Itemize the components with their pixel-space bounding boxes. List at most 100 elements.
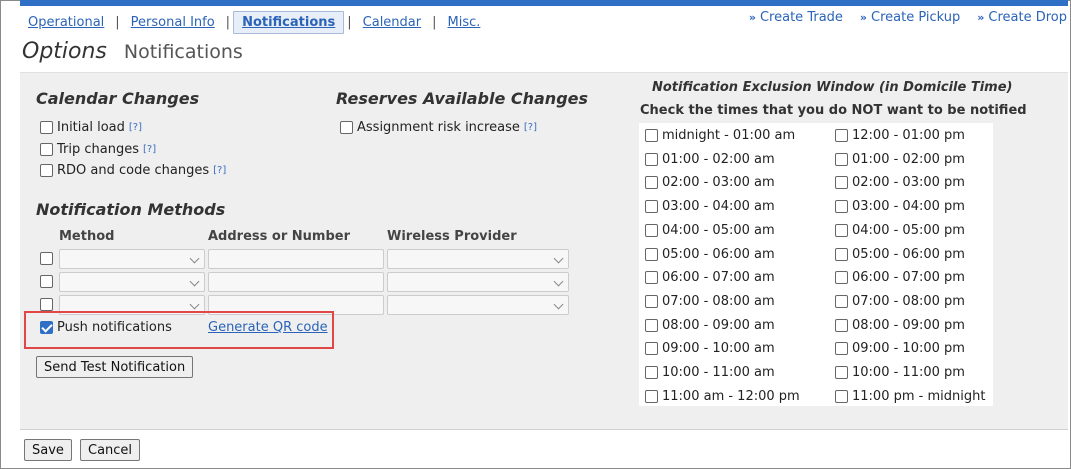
exclusion-slot-pm: 04:00 - 05:00 pm [835, 223, 965, 238]
save-button[interactable]: Save [24, 439, 72, 461]
rdo-code-changes-option: RDO and code changes [?] [40, 163, 226, 178]
time-slot-checkbox[interactable] [645, 200, 658, 213]
time-slot-label: 09:00 - 10:00 am [662, 341, 775, 356]
provider-select[interactable] [387, 295, 569, 315]
method-select[interactable] [59, 272, 205, 292]
exclusion-slot-am: 02:00 - 03:00 am [645, 175, 775, 190]
time-slot-label: 07:00 - 08:00 am [662, 294, 775, 309]
time-slot-checkbox[interactable] [835, 129, 848, 142]
time-slot-checkbox[interactable] [835, 319, 848, 332]
method-row-checkbox[interactable] [40, 298, 53, 311]
initial-load-checkbox[interactable] [40, 121, 53, 134]
method-select[interactable] [59, 249, 205, 269]
time-slot-checkbox[interactable] [645, 390, 658, 403]
time-slot-checkbox[interactable] [645, 366, 658, 379]
reserves-available-heading: Reserves Available Changes [336, 89, 589, 108]
time-slot-checkbox[interactable] [835, 271, 848, 284]
exclusion-slot-am: 03:00 - 04:00 am [645, 199, 775, 214]
time-slot-checkbox[interactable] [645, 271, 658, 284]
exclusion-slot-pm: 09:00 - 10:00 pm [835, 341, 965, 356]
create-drop-label: Create Drop [988, 10, 1067, 25]
time-slot-checkbox[interactable] [835, 366, 848, 379]
time-slot-label: 12:00 - 01:00 pm [852, 128, 965, 143]
trip-changes-checkbox[interactable] [40, 143, 53, 156]
address-input[interactable] [208, 249, 384, 269]
method-column-header: Method [59, 229, 115, 244]
options-tab-bar: Operational | Personal Info | Notificati… [20, 10, 488, 34]
tab-separator: | [225, 14, 231, 30]
cancel-button[interactable]: Cancel [80, 439, 141, 461]
trip-changes-option: Trip changes [?] [40, 142, 156, 157]
time-slot-checkbox[interactable] [645, 319, 658, 332]
rdo-code-changes-checkbox[interactable] [40, 164, 53, 177]
chevron-down-icon [553, 299, 564, 310]
send-test-notification-button[interactable]: Send Test Notification [36, 356, 194, 378]
time-slot-checkbox[interactable] [835, 153, 848, 166]
time-slot-label: 03:00 - 04:00 pm [852, 199, 965, 214]
tab-personal-info[interactable]: Personal Info [123, 12, 223, 33]
tab-notifications[interactable]: Notifications [233, 10, 345, 34]
exclusion-slot-pm: 11:00 pm - midnight [835, 389, 985, 404]
tab-misc[interactable]: Misc. [440, 12, 489, 33]
exclusion-slot-am: 01:00 - 02:00 am [645, 152, 775, 167]
time-slot-checkbox[interactable] [835, 390, 848, 403]
chevron-down-icon [189, 253, 200, 264]
time-slot-label: 08:00 - 09:00 pm [852, 318, 965, 333]
exclusion-slot-am: 10:00 - 11:00 am [645, 365, 775, 380]
time-slot-checkbox[interactable] [645, 153, 658, 166]
initial-load-label: Initial load [57, 120, 125, 135]
tab-separator: | [432, 14, 437, 30]
help-link[interactable]: [?] [143, 144, 156, 155]
tab-calendar[interactable]: Calendar [355, 12, 429, 33]
chevron-down-icon [553, 276, 564, 287]
exclusion-slot-am: 09:00 - 10:00 am [645, 341, 775, 356]
generate-qr-code-link[interactable]: Generate QR code [208, 320, 328, 335]
page-subtitle: Notifications [123, 41, 243, 63]
tab-operational[interactable]: Operational [20, 12, 112, 33]
exclusion-slot-pm: 08:00 - 09:00 pm [835, 318, 965, 333]
exclusion-slot-am: 08:00 - 09:00 am [645, 318, 775, 333]
exclusion-window-title: Notification Exclusion Window (in Domici… [652, 80, 1013, 95]
time-slot-checkbox[interactable] [835, 176, 848, 189]
provider-select[interactable] [387, 249, 569, 269]
exclusion-slot-pm: 07:00 - 08:00 pm [835, 294, 965, 309]
push-notifications-checkbox[interactable] [40, 321, 53, 334]
page-header: Options Notifications [22, 39, 243, 64]
time-slot-checkbox[interactable] [645, 342, 658, 355]
time-slot-checkbox[interactable] [835, 224, 848, 237]
tab-separator: | [347, 14, 352, 30]
time-slot-checkbox[interactable] [835, 248, 848, 261]
time-slot-label: 05:00 - 06:00 am [662, 247, 775, 262]
help-link[interactable]: [?] [524, 122, 537, 133]
time-slot-checkbox[interactable] [645, 176, 658, 189]
address-input[interactable] [208, 272, 384, 292]
initial-load-option: Initial load [?] [40, 120, 142, 135]
provider-column-header: Wireless Provider [387, 229, 517, 244]
help-link[interactable]: [?] [129, 122, 142, 133]
top-accent-bar [20, 0, 1068, 6]
create-drop-link[interactable]: » Create Drop [977, 10, 1067, 25]
exclusion-slot-pm: 12:00 - 01:00 pm [835, 128, 965, 143]
time-slot-checkbox[interactable] [835, 200, 848, 213]
time-slot-label: 05:00 - 06:00 pm [852, 247, 965, 262]
trip-changes-label: Trip changes [57, 142, 139, 157]
help-link[interactable]: [?] [213, 165, 226, 176]
exclusion-slot-pm: 01:00 - 02:00 pm [835, 152, 965, 167]
assignment-risk-checkbox[interactable] [340, 121, 353, 134]
method-row-checkbox[interactable] [40, 252, 53, 265]
time-slot-checkbox[interactable] [645, 248, 658, 261]
provider-select[interactable] [387, 272, 569, 292]
time-slot-label: 11:00 pm - midnight [852, 389, 986, 404]
create-pickup-label: Create Pickup [871, 10, 961, 25]
chevron-down-icon [189, 276, 200, 287]
chevron-down-icon [189, 299, 200, 310]
create-pickup-link[interactable]: » Create Pickup [860, 10, 960, 25]
time-slot-checkbox[interactable] [645, 224, 658, 237]
time-slot-checkbox[interactable] [645, 295, 658, 308]
exclusion-slot-pm: 02:00 - 03:00 pm [835, 175, 965, 190]
time-slot-checkbox[interactable] [645, 129, 658, 142]
create-trade-link[interactable]: » Create Trade [749, 10, 843, 25]
method-row-checkbox[interactable] [40, 275, 53, 288]
time-slot-checkbox[interactable] [835, 342, 848, 355]
time-slot-checkbox[interactable] [835, 295, 848, 308]
